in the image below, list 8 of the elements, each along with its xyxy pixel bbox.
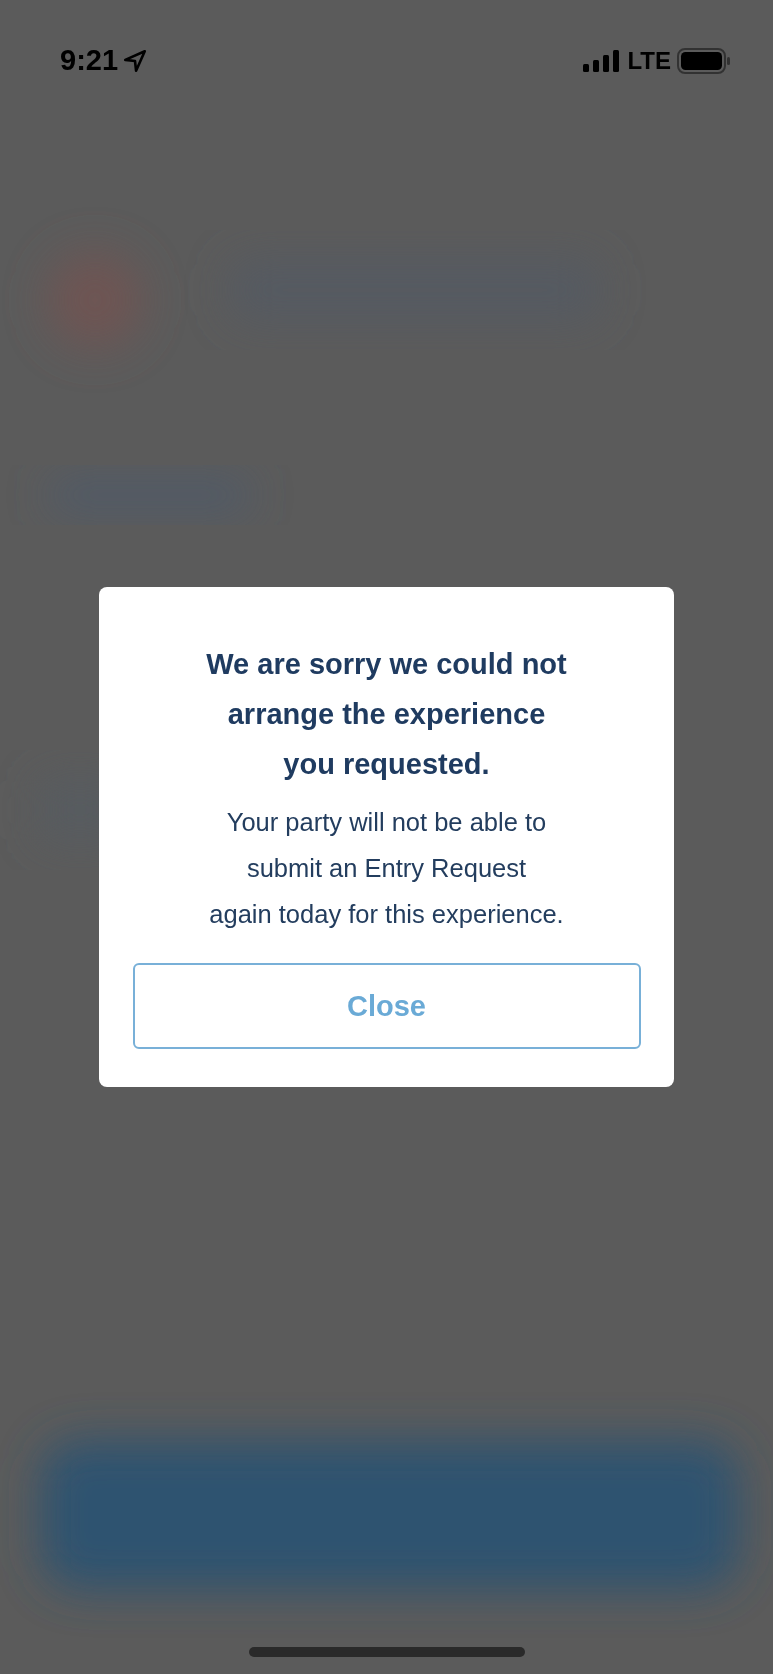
network-label: LTE	[627, 46, 671, 75]
location-arrow-icon	[122, 47, 149, 74]
dialog-title: We are sorry we could not arrange the experience you requested.	[206, 647, 567, 782]
status-time: 9:21	[60, 44, 119, 77]
signal-icon	[581, 49, 622, 72]
battery-icon	[677, 47, 731, 74]
close-button[interactable]: Close	[132, 963, 641, 1049]
dialog-message: Your party will not be able to submit an Entry Request again today for this experience.	[209, 807, 564, 930]
